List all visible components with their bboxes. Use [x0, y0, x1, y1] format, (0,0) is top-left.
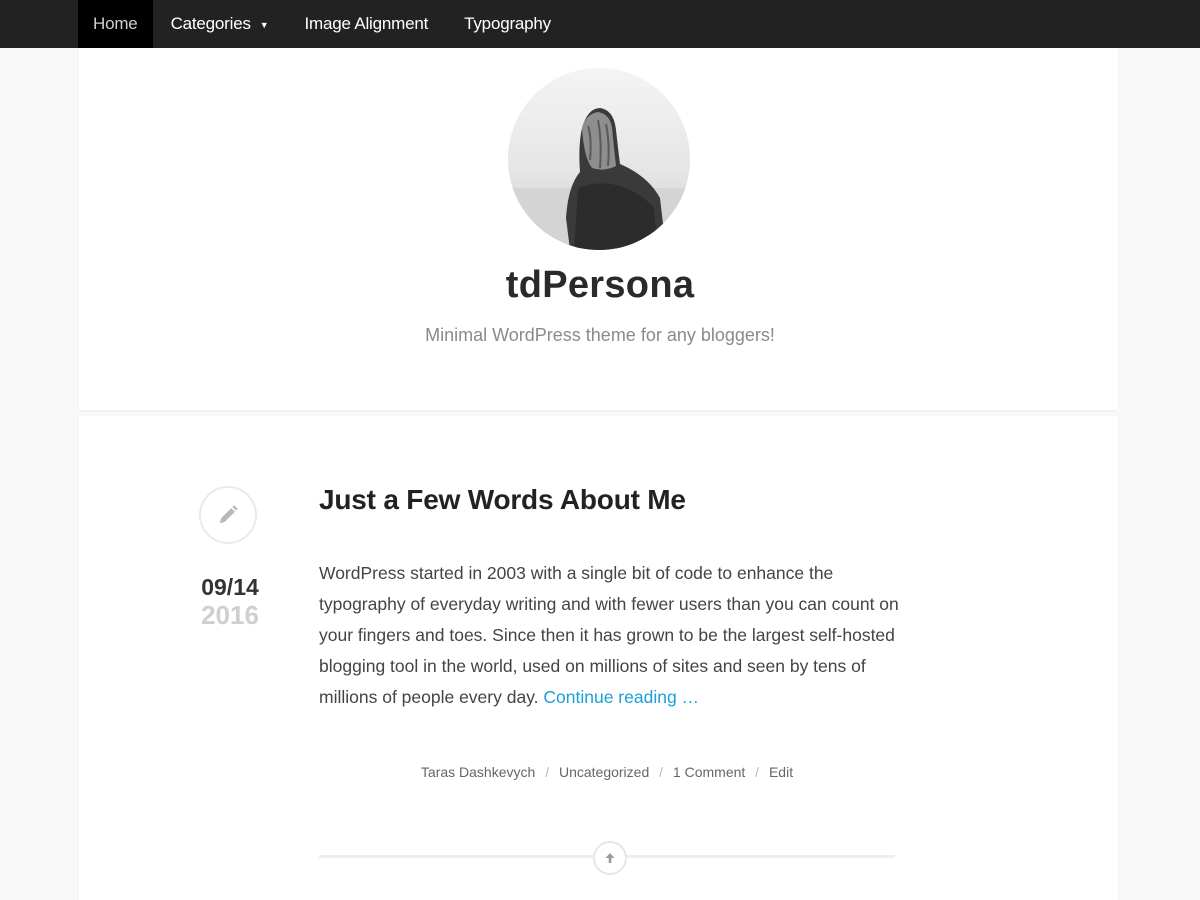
meta-separator: /: [659, 764, 664, 780]
nav-item-home[interactable]: Home: [78, 0, 153, 48]
top-navigation-bar: Home Categories ▼ Image Alignment Typogr…: [0, 0, 1200, 48]
meta-separator: /: [545, 764, 550, 780]
post-author-link[interactable]: Taras Dashkevych: [421, 764, 535, 780]
post-format-badge: [199, 486, 257, 544]
post-comments-link[interactable]: 1 Comment: [673, 764, 745, 780]
continue-reading-link[interactable]: Continue reading …: [543, 687, 699, 707]
nav-item-image-alignment[interactable]: Image Alignment: [287, 0, 447, 48]
nav-item-label: Image Alignment: [304, 14, 429, 33]
post-date-year[interactable]: 2016: [180, 600, 280, 631]
post-title[interactable]: Just a Few Words About Me: [319, 484, 919, 516]
caret-down-icon: ▼: [259, 20, 269, 30]
post-excerpt-text: WordPress started in 2003 with a single …: [319, 563, 899, 707]
nav-item-categories[interactable]: Categories ▼: [153, 0, 287, 48]
meta-separator: /: [755, 764, 760, 780]
avatar[interactable]: [508, 68, 690, 250]
post-category-link[interactable]: Uncategorized: [559, 764, 649, 780]
nav-item-typography[interactable]: Typography: [446, 0, 569, 48]
nav-item-label: Categories: [170, 14, 251, 33]
post-date-month-day[interactable]: 09/14: [180, 574, 280, 601]
nav-item-label: Typography: [464, 14, 551, 33]
avatar-photo: [508, 68, 690, 250]
arrow-up-icon: [605, 853, 615, 863]
site-title[interactable]: tdPersona: [0, 264, 1200, 307]
primary-menu: Home Categories ▼ Image Alignment Typogr…: [78, 0, 569, 48]
back-to-top-button[interactable]: [593, 841, 627, 875]
pencil-icon: [219, 505, 238, 524]
post-meta: Taras Dashkevych / Uncategorized / 1 Com…: [319, 764, 895, 780]
post-edit-link[interactable]: Edit: [769, 764, 793, 780]
nav-item-label: Home: [93, 14, 138, 33]
site-description: Minimal WordPress theme for any bloggers…: [425, 325, 775, 345]
post-excerpt: WordPress started in 2003 with a single …: [319, 558, 899, 713]
